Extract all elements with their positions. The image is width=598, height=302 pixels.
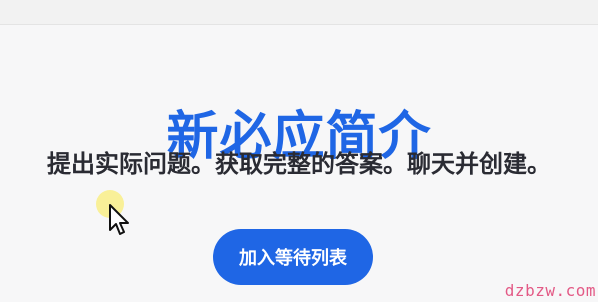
page-subtitle: 提出实际问题。获取完整的答案。聊天并创建。 bbox=[47, 150, 551, 178]
top-bar bbox=[0, 0, 598, 25]
watermark: dzbzw.com bbox=[504, 281, 596, 300]
mouse-pointer-icon bbox=[109, 204, 129, 235]
join-waitlist-button[interactable]: 加入等待列表 bbox=[213, 229, 373, 285]
